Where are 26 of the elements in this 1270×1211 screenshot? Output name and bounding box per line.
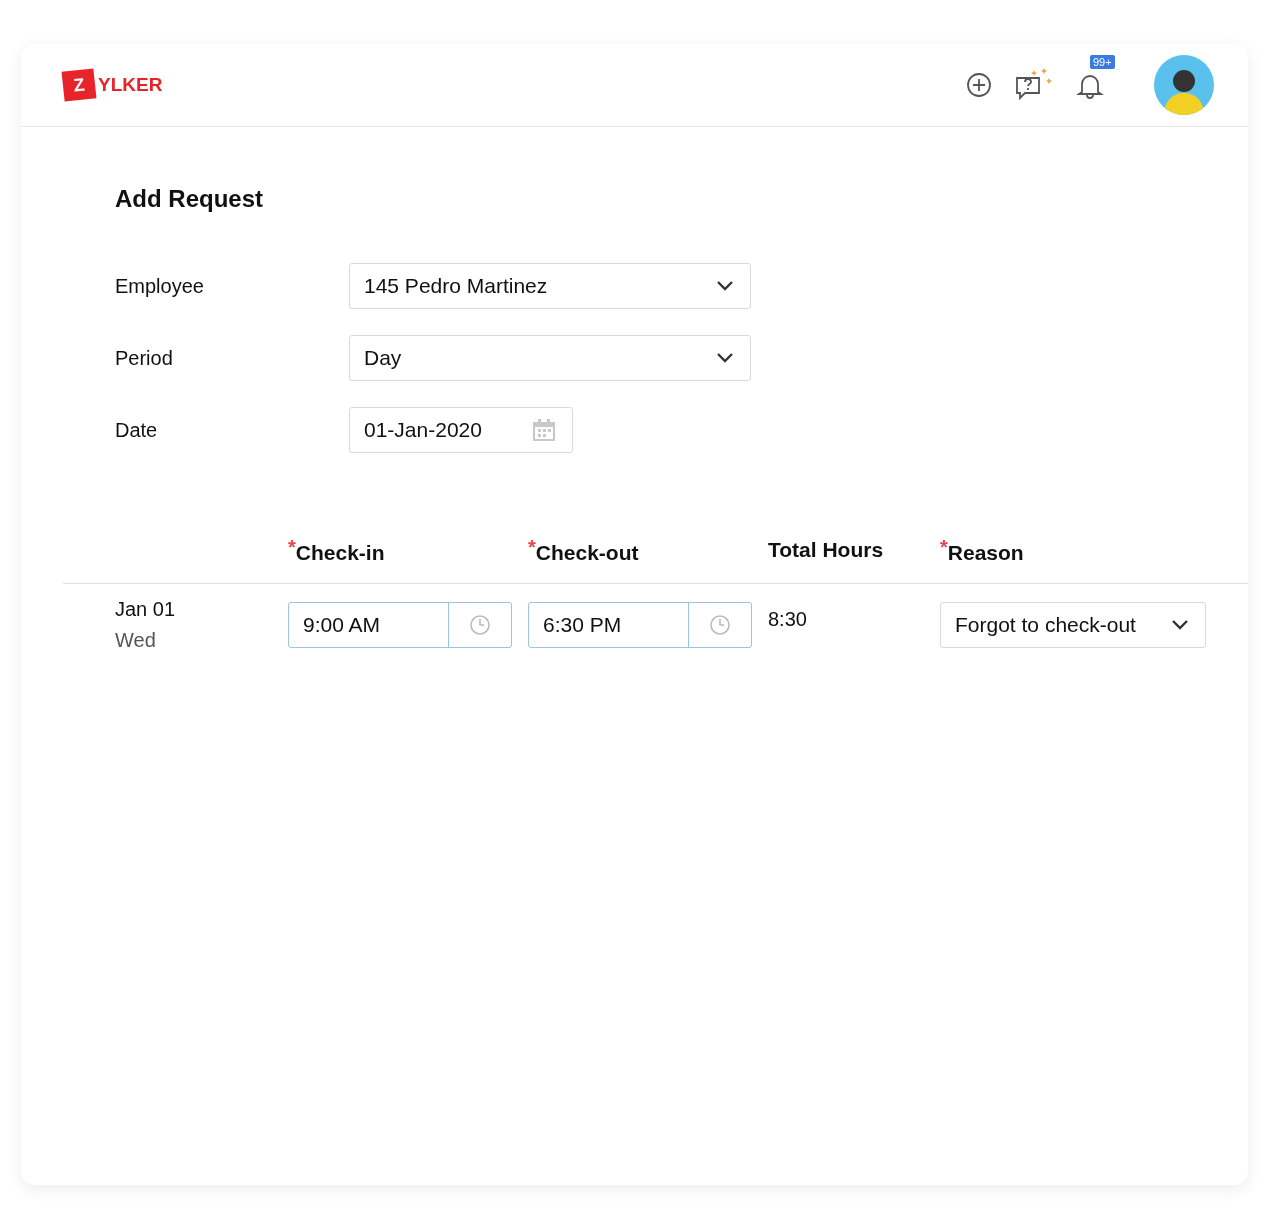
field-label: Period	[115, 346, 174, 370]
row-date: Jan 01	[115, 598, 177, 621]
clock-icon	[709, 614, 731, 636]
help-icon[interactable]	[1014, 68, 1054, 102]
date-field[interactable]: 01-Jan-2020	[349, 407, 573, 453]
logo-text: YLKER	[98, 74, 163, 96]
select-field[interactable]: Day	[349, 335, 751, 381]
column-header: Total Hours	[768, 537, 885, 562]
avatar[interactable]	[1154, 55, 1214, 115]
total-hours: 8:30	[768, 607, 808, 631]
check-out-field[interactable]: 6:30 PM	[528, 602, 752, 648]
field-label: Employee	[115, 274, 205, 298]
chevron-down-icon	[716, 280, 734, 292]
field-label: Date	[115, 418, 159, 442]
chevron-down-icon	[716, 352, 734, 364]
check-in-field[interactable]: 9:00 AM	[288, 602, 512, 648]
clock-icon	[469, 614, 491, 636]
page-title: Add Request	[115, 185, 264, 213]
chevron-down-icon	[1171, 619, 1189, 631]
row-weekday: Wed	[115, 629, 157, 652]
reason-select[interactable]: Forgot to check-out	[940, 602, 1206, 648]
calendar-icon	[532, 418, 556, 442]
select-field[interactable]: 145 Pedro Martinez	[349, 263, 751, 309]
notification-badge: 99+	[1090, 55, 1115, 69]
add-icon[interactable]	[966, 72, 992, 98]
logo-mark: Z	[61, 68, 97, 102]
